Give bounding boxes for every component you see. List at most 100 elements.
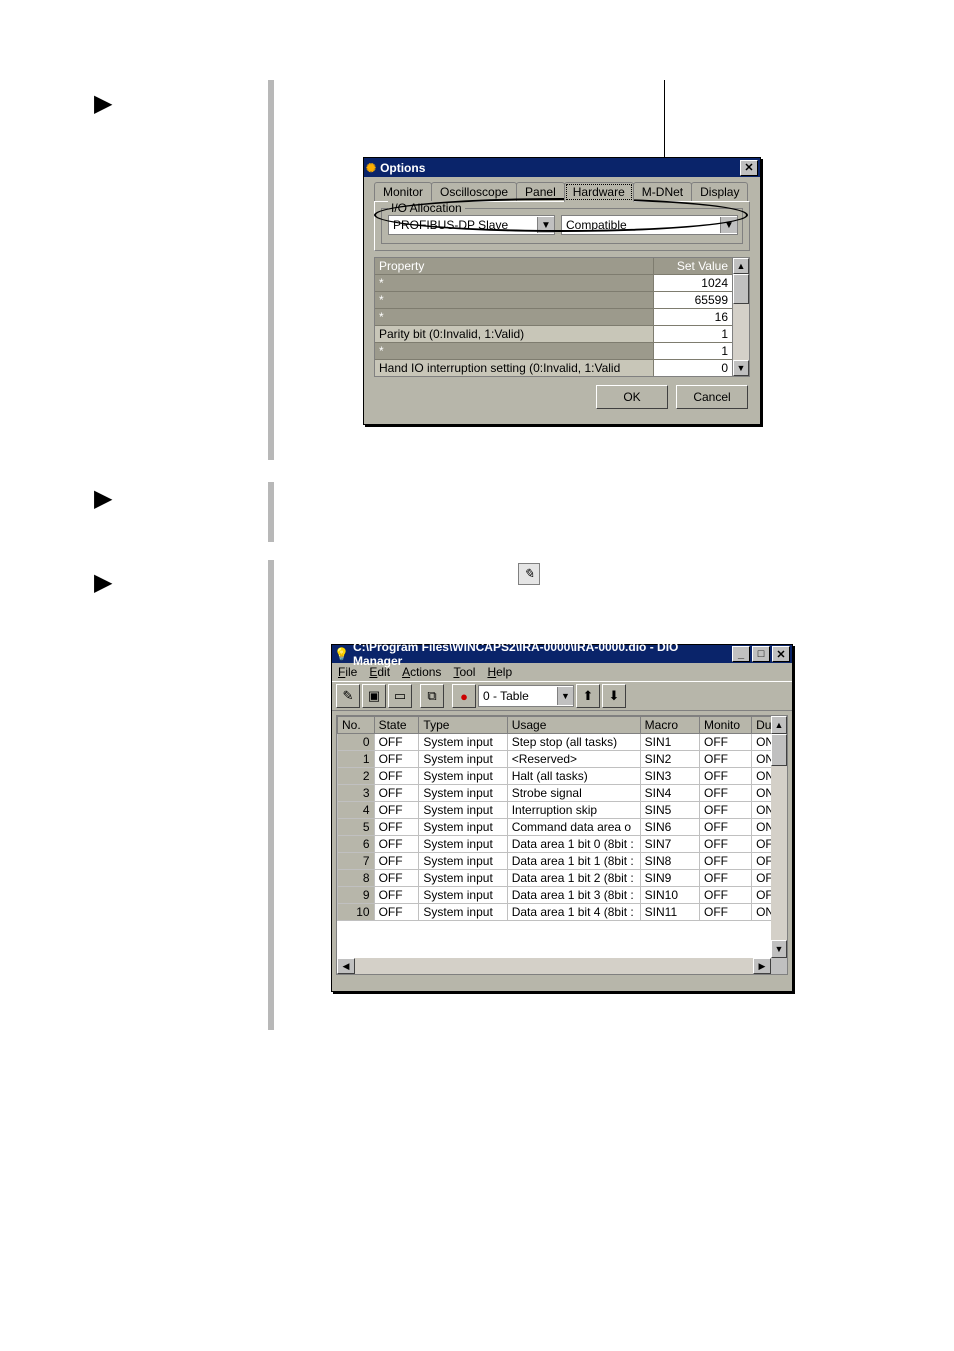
bullet-arrow-icon: ▶	[94, 89, 112, 118]
cell: Step stop (all tasks)	[507, 734, 640, 751]
tab-panel[interactable]: Panel	[516, 182, 565, 201]
property-row[interactable]: *1024	[375, 274, 732, 291]
property-value[interactable]: 65599	[653, 292, 732, 308]
cell: SIN2	[640, 751, 699, 768]
titlebar: ✺ Options ✕	[364, 158, 760, 177]
tool-icon-5[interactable]: ●	[452, 684, 476, 708]
menu-file[interactable]: File	[338, 665, 357, 679]
table-row[interactable]: 4OFFSystem inputInterruption skipSIN5OFF…	[338, 802, 787, 819]
table-row[interactable]: 0OFFSystem inputStep stop (all tasks)SIN…	[338, 734, 787, 751]
cell: System input	[419, 785, 507, 802]
vertical-scrollbar[interactable]: ▲ ▼	[771, 716, 787, 958]
cell: OFF	[374, 819, 419, 836]
property-value[interactable]: 1	[653, 343, 732, 359]
property-row[interactable]: Parity bit (0:Invalid, 1:Valid)1	[375, 325, 732, 342]
cell: 6	[338, 836, 375, 853]
table-row[interactable]: 10OFFSystem inputData area 1 bit 4 (8bit…	[338, 904, 787, 921]
io-mode-combo[interactable]: ▼	[561, 215, 738, 235]
move-up-button[interactable]: ⬆	[576, 684, 600, 708]
vertical-scrollbar[interactable]: ▲ ▼	[733, 257, 750, 377]
scroll-down-icon[interactable]: ▼	[733, 360, 749, 376]
tab-monitor[interactable]: Monitor	[374, 182, 432, 201]
menu-edit[interactable]: Edit	[369, 665, 390, 679]
table-row[interactable]: 7OFFSystem inputData area 1 bit 1 (8bit …	[338, 853, 787, 870]
cell: System input	[419, 751, 507, 768]
chevron-down-icon[interactable]: ▼	[537, 217, 554, 233]
col-property: Property	[375, 258, 653, 274]
property-row[interactable]: Hand IO interruption setting (0:Invalid,…	[375, 359, 732, 376]
column-header[interactable]: No.	[338, 717, 375, 734]
scroll-down-icon[interactable]: ▼	[771, 940, 787, 958]
column-header[interactable]: State	[374, 717, 419, 734]
cell: OFF	[700, 887, 752, 904]
table-select-combo[interactable]: ▼	[478, 685, 574, 707]
ok-button[interactable]: OK	[596, 385, 668, 409]
close-button[interactable]: ✕	[740, 160, 758, 176]
chevron-down-icon[interactable]: ▼	[720, 217, 737, 233]
scroll-track[interactable]	[355, 958, 753, 974]
chevron-down-icon[interactable]: ▼	[557, 687, 573, 705]
cell: SIN9	[640, 870, 699, 887]
horizontal-scrollbar[interactable]: ◀ ▶	[337, 958, 771, 974]
maximize-button[interactable]: □	[752, 646, 770, 662]
scroll-right-icon[interactable]: ▶	[753, 958, 771, 974]
property-value[interactable]: 16	[653, 309, 732, 325]
scroll-up-icon[interactable]: ▲	[733, 258, 749, 274]
tab-mdnet[interactable]: M-DNet	[633, 182, 692, 201]
column-header[interactable]: Type	[419, 717, 507, 734]
cell: Data area 1 bit 3 (8bit :	[507, 887, 640, 904]
move-down-button[interactable]: ⬇	[602, 684, 626, 708]
table-row[interactable]: 9OFFSystem inputData area 1 bit 3 (8bit …	[338, 887, 787, 904]
menu-tool[interactable]: Tool	[453, 665, 475, 679]
property-row[interactable]: *16	[375, 308, 732, 325]
menu-help[interactable]: Help	[487, 665, 512, 679]
scroll-thumb[interactable]	[733, 274, 749, 304]
cell: 8	[338, 870, 375, 887]
tool-icon-4[interactable]: ⧉	[420, 684, 444, 708]
tool-icon[interactable]: ✎	[518, 563, 540, 585]
tool-icon-2[interactable]: ▣	[362, 684, 386, 708]
table-select-value	[479, 689, 557, 703]
minimize-button[interactable]: _	[732, 646, 750, 662]
scroll-up-icon[interactable]: ▲	[771, 716, 787, 734]
cell: OFF	[700, 870, 752, 887]
toolbar: ✎ ▣ ▭ ⧉ ● ▼ ⬆ ⬇	[332, 681, 792, 711]
property-row[interactable]: *1	[375, 342, 732, 359]
scroll-track[interactable]	[733, 304, 749, 360]
property-value[interactable]: 1	[653, 326, 732, 342]
group-label: I/O Allocation	[388, 201, 465, 215]
close-button[interactable]: ✕	[772, 646, 790, 662]
io-bus-combo[interactable]: ▼	[388, 215, 555, 235]
table-row[interactable]: 3OFFSystem inputStrobe signalSIN4OFFON	[338, 785, 787, 802]
tab-oscilloscope[interactable]: Oscilloscope	[431, 182, 517, 201]
cell: OFF	[700, 785, 752, 802]
column-header[interactable]: Usage	[507, 717, 640, 734]
property-row[interactable]: *65599	[375, 291, 732, 308]
tool-icon-3[interactable]: ▭	[388, 684, 412, 708]
property-value[interactable]: 0	[653, 360, 732, 376]
column-header[interactable]: Monito	[700, 717, 752, 734]
property-table: Property Set Value *1024*65599*16Parity …	[374, 257, 733, 377]
tab-hardware[interactable]: Hardware	[564, 182, 634, 202]
table-row[interactable]: 6OFFSystem inputData area 1 bit 0 (8bit …	[338, 836, 787, 853]
scroll-thumb[interactable]	[771, 734, 787, 766]
cell: System input	[419, 870, 507, 887]
cell: SIN11	[640, 904, 699, 921]
io-mode-value	[562, 217, 720, 233]
property-value[interactable]: 1024	[653, 275, 732, 291]
menu-actions[interactable]: Actions	[402, 665, 441, 679]
table-row[interactable]: 5OFFSystem inputCommand data area oSIN6O…	[338, 819, 787, 836]
cell: SIN4	[640, 785, 699, 802]
cancel-button[interactable]: Cancel	[676, 385, 748, 409]
cell: 4	[338, 802, 375, 819]
tabstrip: Monitor Oscilloscope Panel Hardware M-DN…	[364, 177, 760, 201]
table-row[interactable]: 8OFFSystem inputData area 1 bit 2 (8bit …	[338, 870, 787, 887]
scroll-track[interactable]	[771, 766, 787, 940]
table-row[interactable]: 1OFFSystem input<Reserved>SIN2OFFON	[338, 751, 787, 768]
column-header[interactable]: Macro	[640, 717, 699, 734]
table-row[interactable]: 2OFFSystem inputHalt (all tasks)SIN3OFFO…	[338, 768, 787, 785]
scroll-left-icon[interactable]: ◀	[337, 958, 355, 974]
tab-display[interactable]: Display	[691, 182, 748, 201]
property-name: Hand IO interruption setting (0:Invalid,…	[375, 360, 653, 376]
tool-icon-1[interactable]: ✎	[336, 684, 360, 708]
